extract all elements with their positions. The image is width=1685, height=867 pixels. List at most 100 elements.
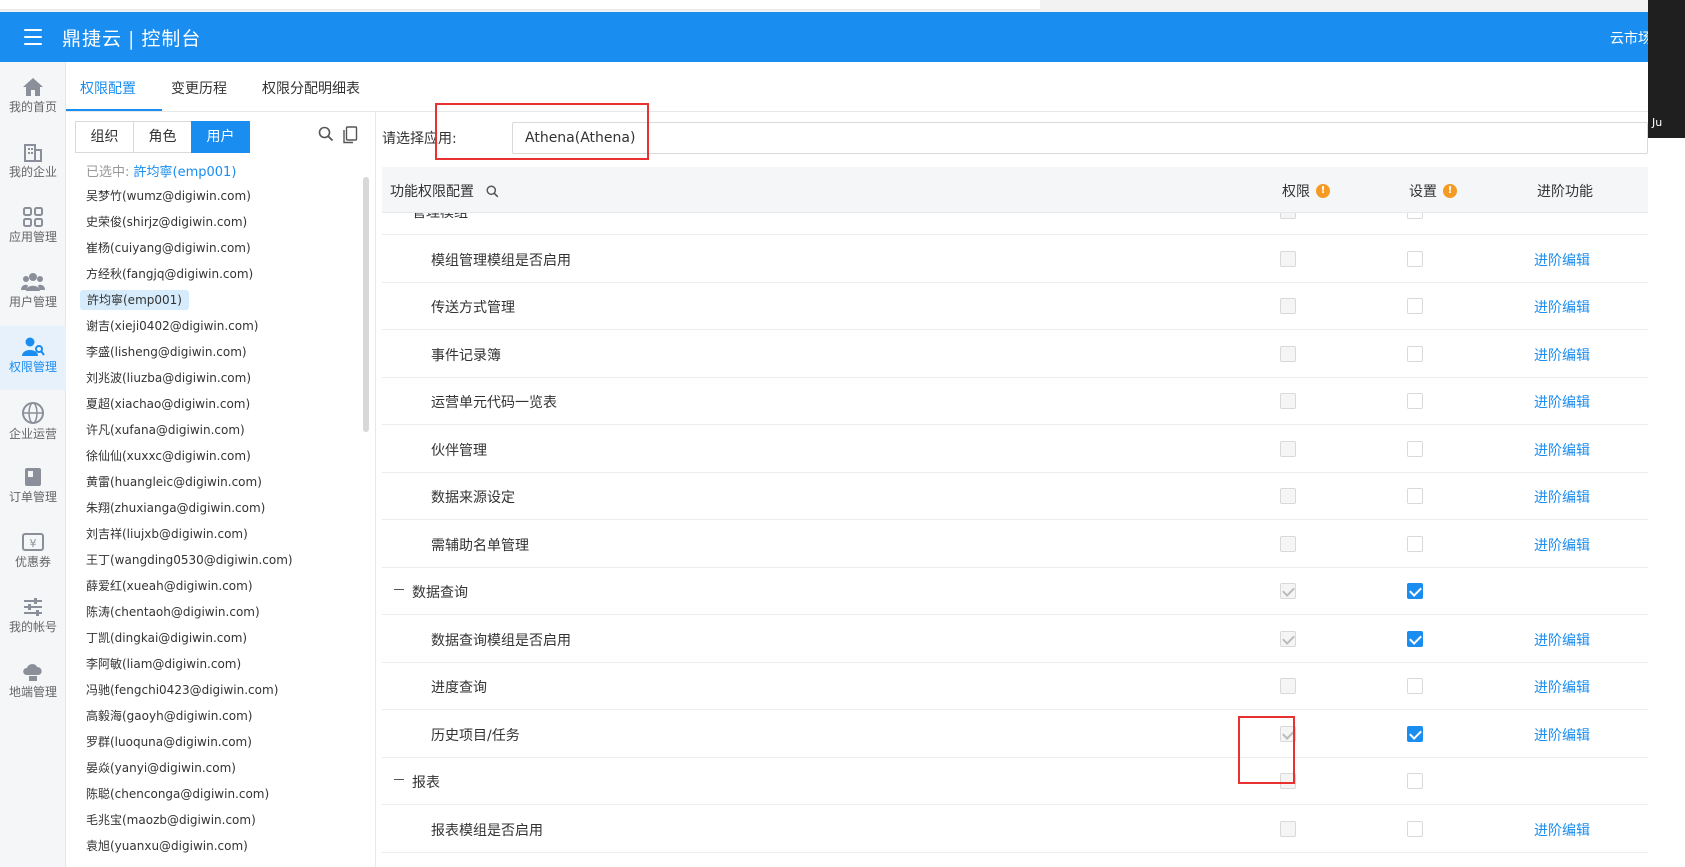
user-list-item[interactable]: 丁凯(dingkai@digiwin.com) <box>80 625 350 651</box>
tab-permission-config[interactable]: 权限配置 <box>80 78 136 98</box>
nav-item-sliders[interactable]: 我的帐号 <box>0 586 66 650</box>
permission-checkbox[interactable] <box>1280 488 1296 504</box>
advanced-edit-link[interactable]: 进阶编辑 <box>1534 345 1590 365</box>
nav-item-coupon[interactable]: ¥ 优惠券 <box>0 521 66 585</box>
permission-checkbox[interactable] <box>1280 250 1296 267</box>
user-list-item[interactable]: 李阿敏(liam@digiwin.com) <box>80 651 350 677</box>
user-list-item[interactable]: 吴梦竹(wumz@digiwin.com) <box>80 183 350 209</box>
user-name: 晏焱(yanyi@digiwin.com) <box>86 761 236 775</box>
nav-item-apps-grid[interactable]: 应用管理 <box>0 196 66 260</box>
user-list-item[interactable]: 夏超(xiachao@digiwin.com) <box>80 391 350 417</box>
setting-checkbox[interactable] <box>1407 820 1423 837</box>
setting-checkbox[interactable] <box>1407 583 1423 599</box>
segment-user[interactable]: 用户 <box>191 121 250 153</box>
nav-item-globe[interactable]: 企业运营 <box>0 391 66 455</box>
function-name: 历史项目/任务 <box>431 727 520 744</box>
setting-checkbox[interactable] <box>1407 488 1423 504</box>
advanced-edit-link[interactable]: 进阶编辑 <box>1534 725 1590 745</box>
setting-checkbox[interactable] <box>1407 213 1423 219</box>
user-list-item[interactable]: 毛兆宝(maozb@digiwin.com) <box>80 807 350 833</box>
user-list-item[interactable]: 許均寧(emp001) <box>80 287 350 313</box>
user-list-item[interactable]: 崔杨(cuiyang@digiwin.com) <box>80 235 350 261</box>
setting-checkbox[interactable] <box>1407 725 1423 742</box>
nav-item-order-book[interactable]: 订单管理 <box>0 456 66 520</box>
permission-checkbox[interactable] <box>1280 535 1296 552</box>
setting-checkbox[interactable] <box>1407 773 1423 789</box>
permission-checkbox[interactable] <box>1280 298 1296 314</box>
nav-item-home[interactable]: 我的首页 <box>0 66 66 130</box>
collapse-icon[interactable] <box>394 779 404 780</box>
permission-checkbox[interactable] <box>1280 213 1296 219</box>
user-list-item[interactable]: 朱翔(zhuxianga@digiwin.com) <box>80 495 350 521</box>
user-list-item[interactable]: 袁旭(yuanxu@digiwin.com) <box>80 833 350 859</box>
permission-checkbox[interactable] <box>1280 440 1296 457</box>
advanced-edit-link[interactable]: 进阶编辑 <box>1534 392 1590 412</box>
search-icon[interactable] <box>486 184 499 198</box>
permission-checkbox[interactable] <box>1280 393 1296 409</box>
user-name: 史荣俊(shirjz@digiwin.com) <box>86 215 248 229</box>
user-list-item[interactable]: 刘兆波(liuzba@digiwin.com) <box>80 365 350 391</box>
advanced-edit-link[interactable]: 进阶编辑 <box>1534 677 1590 697</box>
setting-checkbox[interactable] <box>1407 345 1423 362</box>
tab-change-history[interactable]: 变更历程 <box>171 78 227 98</box>
collapse-icon[interactable] <box>394 589 404 590</box>
hamburger-menu-icon[interactable] <box>24 29 42 45</box>
user-name: 丁凯(dingkai@digiwin.com) <box>86 631 248 645</box>
advanced-edit-link[interactable]: 进阶编辑 <box>1534 630 1590 650</box>
user-name: 黄雷(huangleic@digiwin.com) <box>86 475 262 489</box>
setting-checkbox[interactable] <box>1407 535 1423 552</box>
search-icon[interactable] <box>318 126 334 146</box>
user-list-item[interactable]: 李盛(lisheng@digiwin.com) <box>80 339 350 365</box>
user-list: 吴梦竹(wumz@digiwin.com) 史荣俊(shirjz@digiwin.… <box>80 183 350 859</box>
segment-role[interactable]: 角色 <box>133 121 192 153</box>
user-list-item[interactable]: 方经秋(fangjq@digiwin.com) <box>80 261 350 287</box>
user-name: 冯驰(fengchi0423@digiwin.com) <box>86 683 279 697</box>
user-list-item[interactable]: 谢吉(xieji0402@digiwin.com) <box>80 313 350 339</box>
user-list-item[interactable]: 晏焱(yanyi@digiwin.com) <box>80 755 350 781</box>
col-permission: 权限! <box>1282 181 1330 201</box>
nav-item-users[interactable]: 用户管理 <box>0 261 66 325</box>
setting-checkbox[interactable] <box>1407 250 1423 267</box>
advanced-edit-link[interactable]: 进阶编辑 <box>1534 535 1590 555</box>
user-list-item[interactable]: 陈涛(chentaoh@digiwin.com) <box>80 599 350 625</box>
permission-checkbox[interactable] <box>1280 820 1296 837</box>
advanced-edit-link[interactable]: 进阶编辑 <box>1534 820 1590 840</box>
advanced-edit-link[interactable]: 进阶编辑 <box>1534 440 1590 460</box>
permission-checkbox[interactable] <box>1280 678 1296 694</box>
setting-checkbox[interactable] <box>1407 630 1423 647</box>
user-list-item[interactable]: 史荣俊(shirjz@digiwin.com) <box>80 209 350 235</box>
setting-checkbox[interactable] <box>1407 298 1423 314</box>
setting-checkbox[interactable] <box>1407 393 1423 409</box>
col-advanced-label: 进阶功能 <box>1537 184 1593 200</box>
permission-checkbox[interactable] <box>1280 630 1296 647</box>
setting-checkbox[interactable] <box>1407 440 1423 457</box>
advanced-edit-link[interactable]: 进阶编辑 <box>1534 487 1590 507</box>
user-list-item[interactable]: 刘吉祥(liujxb@digiwin.com) <box>80 521 350 547</box>
brand-separator: | <box>128 28 136 50</box>
user-list-item[interactable]: 黄雷(huangleic@digiwin.com) <box>80 469 350 495</box>
cloud-market-link[interactable]: 云市场 <box>1610 28 1652 48</box>
user-list-item[interactable]: 许凡(xufana@digiwin.com) <box>80 417 350 443</box>
user-list-item[interactable]: 王丁(wangding0530@digiwin.com) <box>80 547 350 573</box>
tab-permission-detail[interactable]: 权限分配明细表 <box>262 78 360 98</box>
function-name: 事件记录簿 <box>431 347 501 364</box>
advanced-edit-link[interactable]: 进阶编辑 <box>1534 250 1590 270</box>
user-list-item[interactable]: 冯驰(fengchi0423@digiwin.com) <box>80 677 350 703</box>
user-list-item[interactable]: 高毅海(gaoyh@digiwin.com) <box>80 703 350 729</box>
user-list-item[interactable]: 罗群(luoquna@digiwin.com) <box>80 729 350 755</box>
nav-item-user-key[interactable]: 权限管理 <box>0 326 66 390</box>
nav-item-cloud-device[interactable]: 地端管理 <box>0 651 66 715</box>
nav-item-building[interactable]: 我的企业 <box>0 131 66 195</box>
copy-icon[interactable] <box>342 126 358 148</box>
user-list-scrollbar[interactable] <box>363 177 369 432</box>
permission-checkbox[interactable] <box>1280 583 1296 599</box>
user-list-item[interactable]: 陈聪(chenconga@digiwin.com) <box>80 781 350 807</box>
app-select[interactable]: Athena(Athena) <box>512 122 1648 154</box>
user-list-item[interactable]: 徐仙仙(xuxxc@digiwin.com) <box>80 443 350 469</box>
user-list-item[interactable]: 薛爱红(xueah@digiwin.com) <box>80 573 350 599</box>
setting-checkbox[interactable] <box>1407 678 1423 694</box>
advanced-edit-link[interactable]: 进阶编辑 <box>1534 297 1590 317</box>
globe-icon <box>0 401 66 425</box>
permission-checkbox[interactable] <box>1280 345 1296 362</box>
segment-org[interactable]: 组织 <box>75 121 134 153</box>
